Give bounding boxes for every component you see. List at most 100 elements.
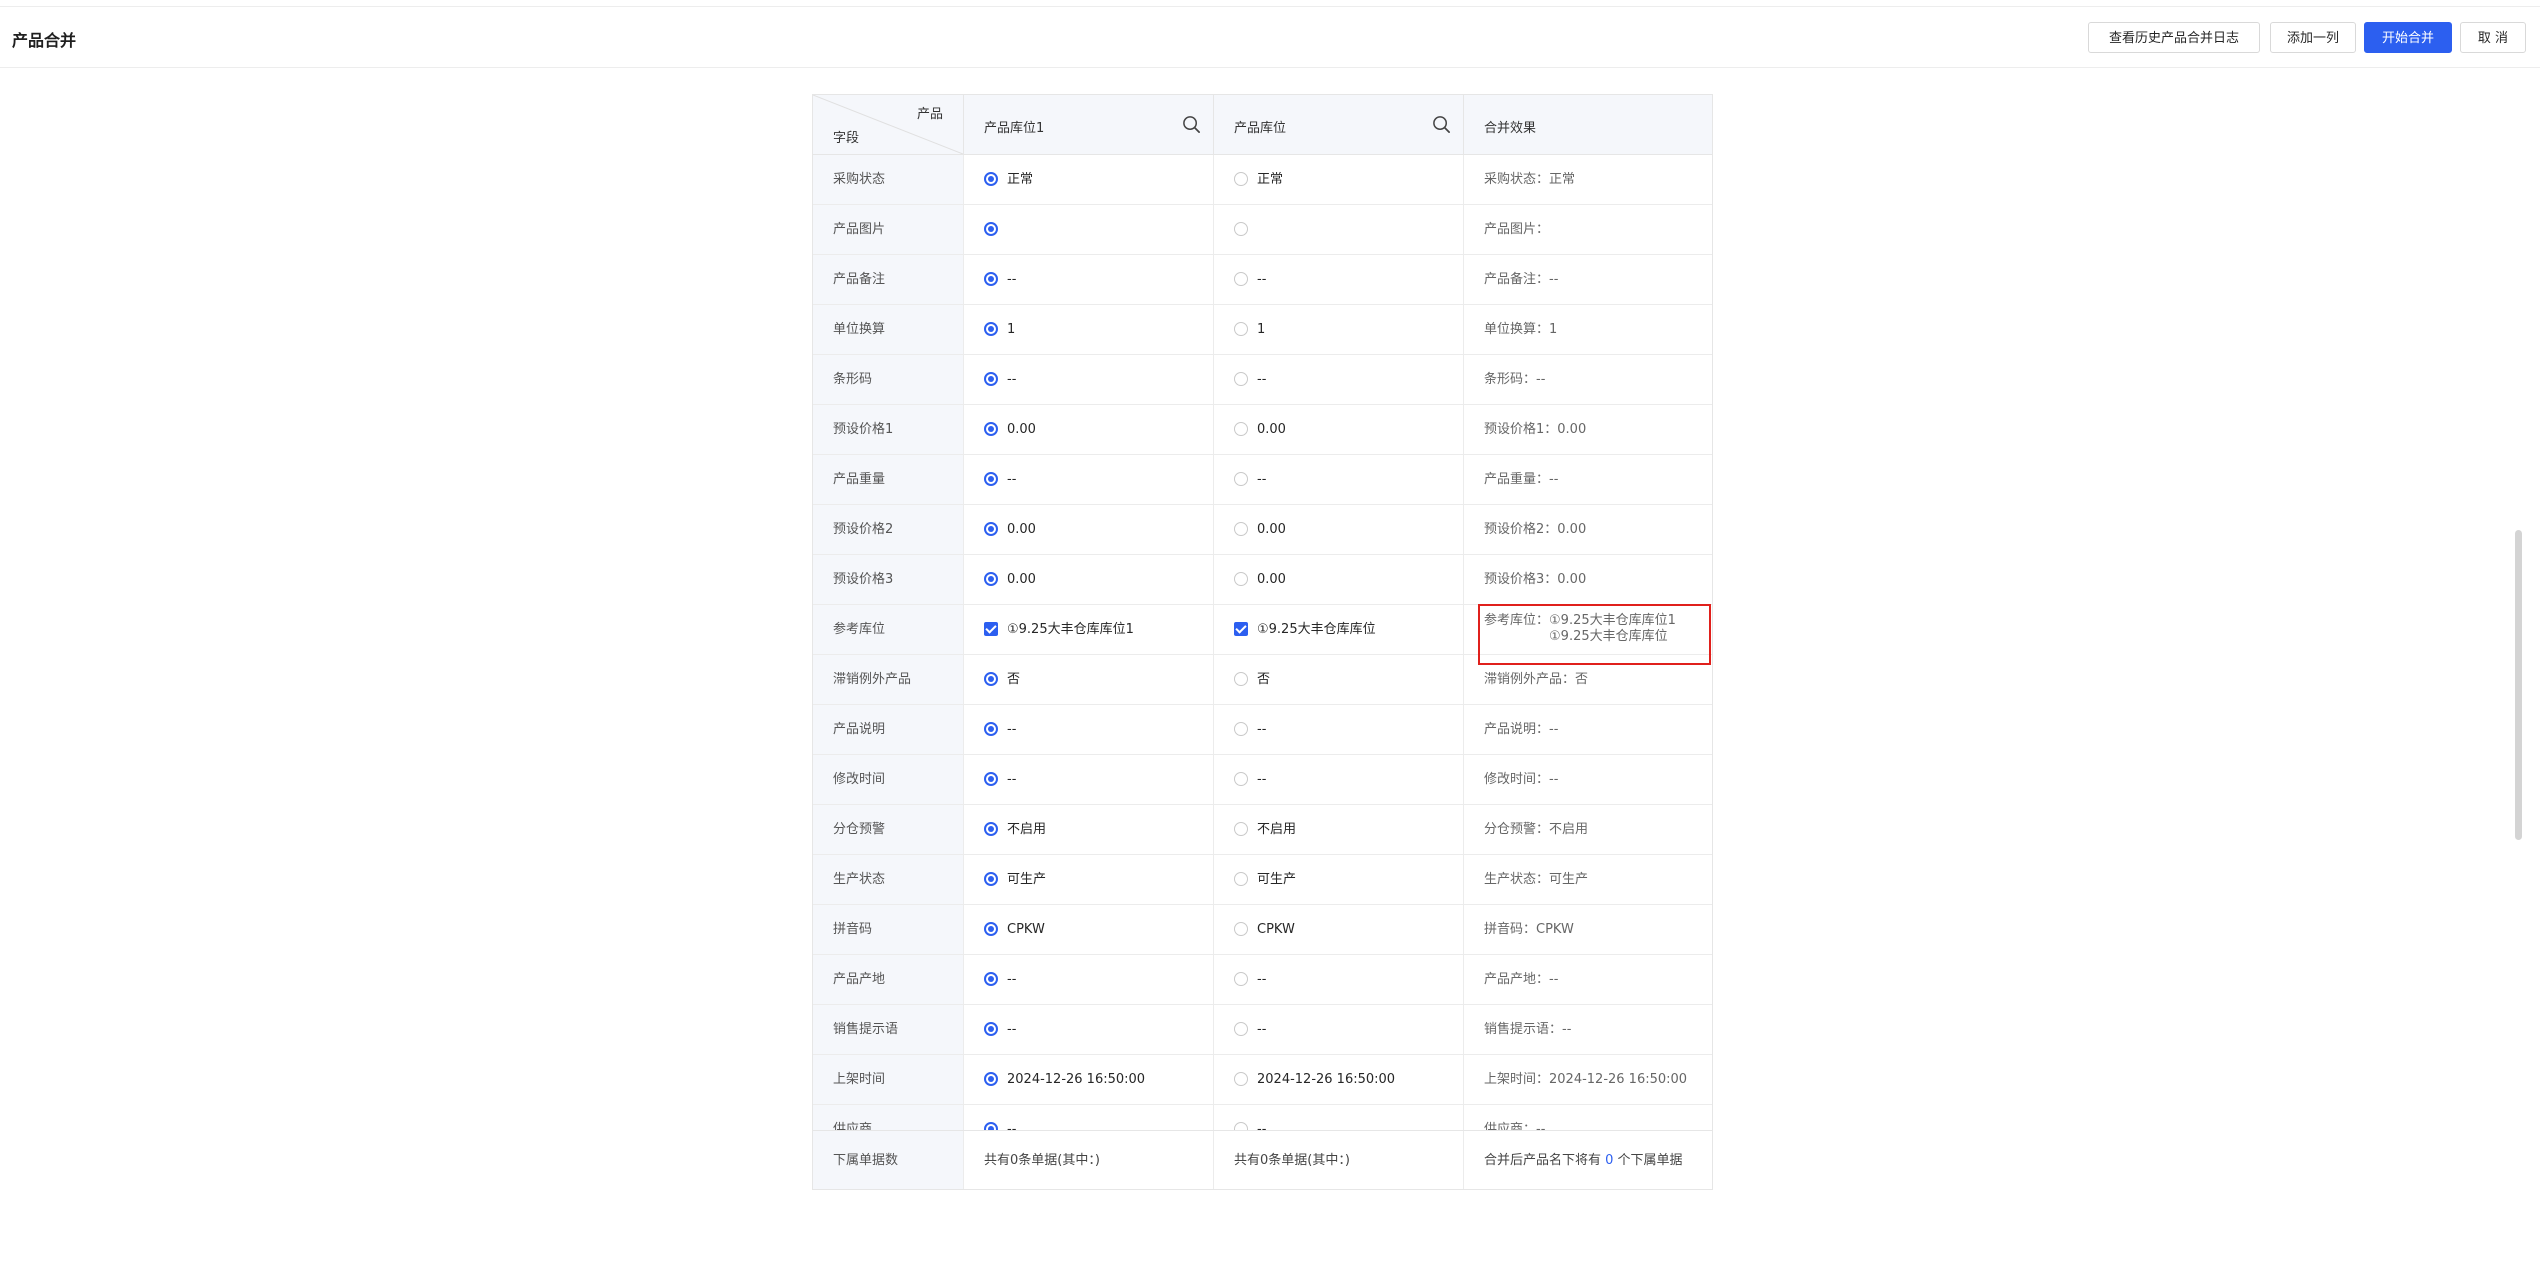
radio-unselected-icon[interactable] [1234, 1071, 1248, 1086]
radio-selected-icon[interactable] [984, 471, 998, 486]
product-2-option[interactable]: 正常 [1214, 155, 1464, 204]
product-2-option[interactable]: 0.00 [1214, 405, 1464, 454]
product-2-option[interactable]: -- [1214, 255, 1464, 304]
radio-unselected-icon[interactable] [1234, 321, 1248, 336]
search-icon[interactable] [1432, 115, 1451, 134]
option-value: 不启用 [1257, 822, 1297, 837]
product-2-option[interactable]: 可生产 [1214, 855, 1464, 904]
product-1-option[interactable]: -- [964, 1005, 1214, 1054]
product-2-option[interactable]: -- [1214, 755, 1464, 804]
checkbox-checked-icon[interactable] [1234, 621, 1248, 636]
radio-selected-icon[interactable] [984, 971, 998, 986]
radio-selected-icon[interactable] [984, 421, 998, 436]
radio-selected-icon[interactable] [984, 671, 998, 686]
merge-result-cell: 生产状态：可生产 [1484, 872, 1589, 887]
radio-unselected-icon[interactable] [1234, 671, 1248, 686]
radio-selected-icon[interactable] [984, 571, 998, 586]
product-2-option[interactable]: CPKW [1214, 905, 1464, 954]
radio-unselected-icon[interactable] [1234, 271, 1248, 286]
product-2-option[interactable]: 不启用 [1214, 805, 1464, 854]
product-1-option[interactable]: 否 [964, 655, 1214, 704]
cancel-button[interactable]: 取 消 [2460, 22, 2526, 53]
checkbox-checked-icon[interactable] [984, 621, 998, 636]
radio-unselected-icon[interactable] [1234, 421, 1248, 436]
add-column-button[interactable]: 添加一列 [2270, 22, 2356, 53]
radio-selected-icon[interactable] [984, 921, 998, 936]
product-1-option[interactable]: -- [964, 455, 1214, 504]
radio-unselected-icon[interactable] [1234, 971, 1248, 986]
page-scrollbar[interactable] [2515, 530, 2522, 840]
option-value: 否 [1257, 672, 1271, 687]
radio-selected-icon[interactable] [984, 521, 998, 536]
product-2-option[interactable]: 0.00 [1214, 555, 1464, 604]
option-value: 0.00 [1007, 422, 1036, 437]
radio-unselected-icon[interactable] [1234, 1021, 1248, 1036]
product-2-option[interactable]: 0.00 [1214, 505, 1464, 554]
product-1-option[interactable]: 可生产 [964, 855, 1214, 904]
product-1-option[interactable]: 0.00 [964, 555, 1214, 604]
radio-selected-icon[interactable] [984, 221, 998, 236]
radio-selected-icon[interactable] [984, 721, 998, 736]
product-2-option[interactable] [1214, 205, 1464, 254]
product-1-option[interactable] [964, 205, 1214, 254]
product-2-option[interactable]: -- [1214, 1005, 1464, 1054]
radio-selected-icon[interactable] [984, 871, 998, 886]
product-2-option[interactable]: 否 [1214, 655, 1464, 704]
option-value: -- [1007, 1022, 1017, 1037]
row-field-label: 产品产地 [813, 955, 964, 1004]
product-1-option[interactable]: 不启用 [964, 805, 1214, 854]
product-1-option[interactable]: -- [964, 705, 1214, 754]
product-1-option[interactable]: -- [964, 955, 1214, 1004]
radio-unselected-icon[interactable] [1234, 821, 1248, 836]
radio-selected-icon[interactable] [984, 1071, 998, 1086]
product-2-option[interactable]: 1 [1214, 305, 1464, 354]
product-2-option[interactable]: -- [1214, 1105, 1464, 1130]
product-1-option[interactable]: 正常 [964, 155, 1214, 204]
radio-selected-icon[interactable] [984, 821, 998, 836]
product-1-option[interactable]: CPKW [964, 905, 1214, 954]
radio-unselected-icon[interactable] [1234, 571, 1248, 586]
radio-unselected-icon[interactable] [1234, 771, 1248, 786]
option-value: -- [1007, 772, 1017, 787]
product-2-option[interactable]: -- [1214, 355, 1464, 404]
radio-selected-icon[interactable] [984, 771, 998, 786]
merge-result-cell: 拼音码：CPKW [1484, 922, 1574, 937]
product-1-option[interactable]: 2024-12-26 16:50:00 [964, 1055, 1214, 1104]
product-2-option[interactable]: ①9.25大丰仓库库位 [1214, 605, 1464, 654]
product-1-option[interactable]: 0.00 [964, 505, 1214, 554]
radio-selected-icon[interactable] [984, 271, 998, 286]
product-1-option[interactable]: -- [964, 1105, 1214, 1130]
view-merge-history-button[interactable]: 查看历史产品合并日志 [2088, 22, 2260, 53]
product-1-option[interactable]: -- [964, 255, 1214, 304]
product-2-option[interactable]: -- [1214, 455, 1464, 504]
search-icon[interactable] [1182, 115, 1201, 134]
product-2-option[interactable]: -- [1214, 705, 1464, 754]
radio-selected-icon[interactable] [984, 1021, 998, 1036]
radio-selected-icon[interactable] [984, 171, 998, 186]
product-1-option[interactable]: 0.00 [964, 405, 1214, 454]
product-1-option[interactable]: 1 [964, 305, 1214, 354]
row-field-label: 上架时间 [813, 1055, 964, 1104]
radio-selected-icon[interactable] [984, 321, 998, 336]
option-value: 0.00 [1007, 522, 1036, 537]
product-2-option[interactable]: 2024-12-26 16:50:00 [1214, 1055, 1464, 1104]
radio-unselected-icon[interactable] [1234, 871, 1248, 886]
product-1-option[interactable]: -- [964, 755, 1214, 804]
radio-unselected-icon[interactable] [1234, 1121, 1248, 1130]
merge-result-cell: 上架时间：2024-12-26 16:50:00 [1484, 1072, 1688, 1087]
radio-unselected-icon[interactable] [1234, 171, 1248, 186]
row-field-label: 预设价格3 [813, 555, 964, 604]
product-1-option[interactable]: -- [964, 355, 1214, 404]
product-1-option[interactable]: ①9.25大丰仓库库位1 [964, 605, 1214, 654]
radio-unselected-icon[interactable] [1234, 371, 1248, 386]
radio-selected-icon[interactable] [984, 1121, 998, 1130]
option-value: -- [1257, 472, 1267, 487]
radio-selected-icon[interactable] [984, 371, 998, 386]
start-merge-button[interactable]: 开始合并 [2364, 22, 2452, 53]
radio-unselected-icon[interactable] [1234, 521, 1248, 536]
radio-unselected-icon[interactable] [1234, 221, 1248, 236]
radio-unselected-icon[interactable] [1234, 721, 1248, 736]
product-2-option[interactable]: -- [1214, 955, 1464, 1004]
radio-unselected-icon[interactable] [1234, 921, 1248, 936]
radio-unselected-icon[interactable] [1234, 471, 1248, 486]
